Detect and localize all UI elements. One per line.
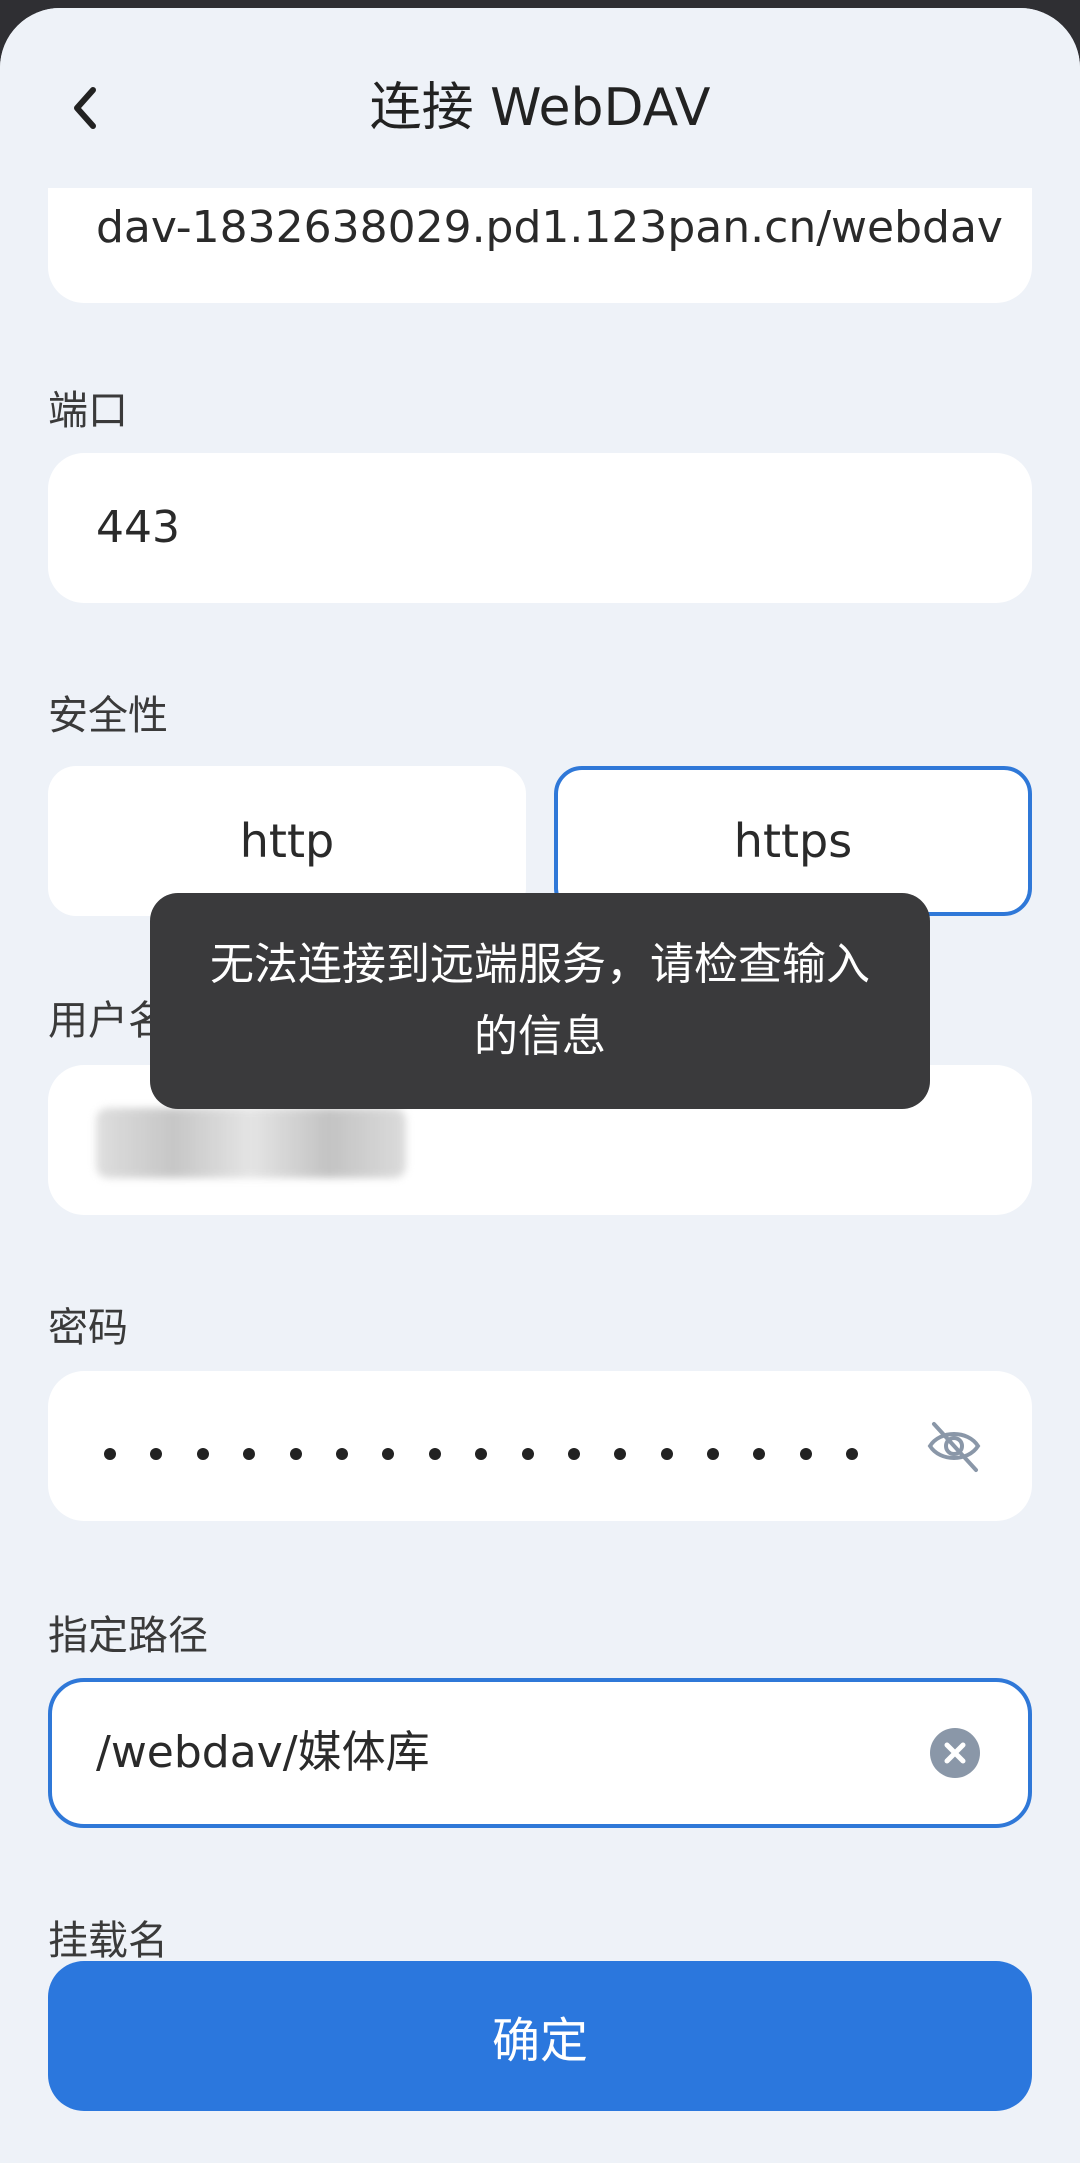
header: 连接 WebDAV xyxy=(0,8,1080,188)
page-title: 连接 WebDAV xyxy=(369,78,711,138)
confirm-button[interactable]: 确定 xyxy=(48,1961,1032,2111)
security-option-label: https xyxy=(733,814,853,868)
port-value: 443 xyxy=(96,502,180,553)
password-dot xyxy=(196,1448,209,1460)
password-dot xyxy=(289,1448,302,1460)
password-dot xyxy=(150,1448,163,1460)
path-label: 指定路径 xyxy=(48,1613,208,1659)
path-field[interactable]: /webdav/媒体库 xyxy=(48,1678,1032,1828)
password-dot xyxy=(521,1448,534,1460)
password-dot xyxy=(243,1448,256,1460)
password-dot xyxy=(475,1448,488,1460)
toast-message: 无法连接到远端服务，请检查输入的信息 xyxy=(210,939,870,1062)
webdav-sheet: dav-1832638029.pd1.123pan.cn/webdav 连接 W… xyxy=(0,8,1080,2163)
clear-circle-icon[interactable] xyxy=(930,1728,980,1778)
password-label: 密码 xyxy=(48,1305,128,1351)
password-dot xyxy=(104,1448,116,1460)
password-dot xyxy=(846,1448,859,1460)
mount-label: 挂载名 xyxy=(48,1918,168,1964)
password-dot xyxy=(428,1448,441,1460)
password-dot xyxy=(614,1448,627,1460)
error-toast: 无法连接到远端服务，请检查输入的信息 xyxy=(150,893,930,1109)
password-dot xyxy=(335,1448,348,1460)
port-label: 端口 xyxy=(48,388,128,434)
password-dot xyxy=(660,1448,673,1460)
password-dot xyxy=(753,1448,766,1460)
password-mask xyxy=(104,1379,859,1529)
password-dot xyxy=(707,1448,720,1460)
username-redacted xyxy=(96,1108,406,1178)
path-value: /webdav/媒体库 xyxy=(96,1727,430,1778)
password-dot xyxy=(382,1448,395,1460)
password-dot xyxy=(567,1448,580,1460)
eye-off-icon[interactable] xyxy=(924,1416,984,1476)
security-option-label: http xyxy=(239,814,335,868)
port-field[interactable]: 443 xyxy=(48,453,1032,603)
security-label: 安全性 xyxy=(48,693,168,739)
password-dot xyxy=(799,1448,812,1460)
